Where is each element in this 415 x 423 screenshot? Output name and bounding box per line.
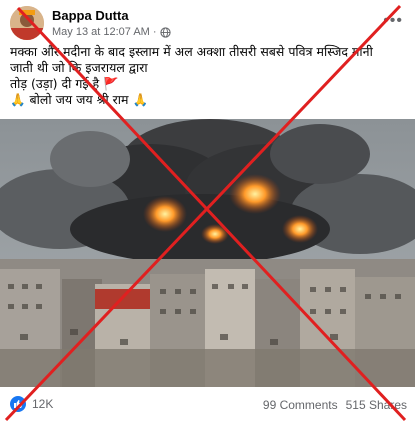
globe-icon [159,26,171,38]
explosion-photo [0,119,415,387]
post-footer: 12K 99 Comments 515 Shares [10,392,407,418]
reaction-count: 12K [32,397,54,411]
post-header: Bappa Dutta May 13 at 12:07 AM · ••• [10,6,405,42]
post-meta: May 13 at 12:07 AM · [52,26,171,38]
avatar-photo [10,6,44,40]
post-text-line: तोड़ (उड़ा) दी गई है 🚩 [10,76,119,91]
facebook-post: Bappa Dutta May 13 at 12:07 AM · ••• मक्… [0,0,415,423]
shares-count[interactable]: 515 Shares [346,398,407,412]
post-text-line: जाती थी जो कि इजरायल द्वारा [10,60,148,75]
post-photo[interactable] [0,119,415,387]
avatar[interactable] [10,6,44,40]
post-text-line: 🙏 बोलो जय जय श्री राम 🙏 [10,92,149,107]
like-icon [10,396,26,412]
comments-count[interactable]: 99 Comments [263,398,338,412]
dot-separator: · [152,26,157,38]
post-text-line: मक्का और मदीना के बाद इस्लाम में अल अक्श… [10,44,373,59]
reactions-summary[interactable]: 12K [10,396,53,412]
post-text: मक्का और मदीना के बाद इस्लाम में अल अक्श… [10,44,407,108]
engagement-counts: 99 Comments 515 Shares [263,398,407,412]
post-date[interactable]: May 13 at 12:07 AM [52,26,150,38]
more-options-icon[interactable]: ••• [383,12,403,30]
author-name[interactable]: Bappa Dutta [52,8,129,23]
